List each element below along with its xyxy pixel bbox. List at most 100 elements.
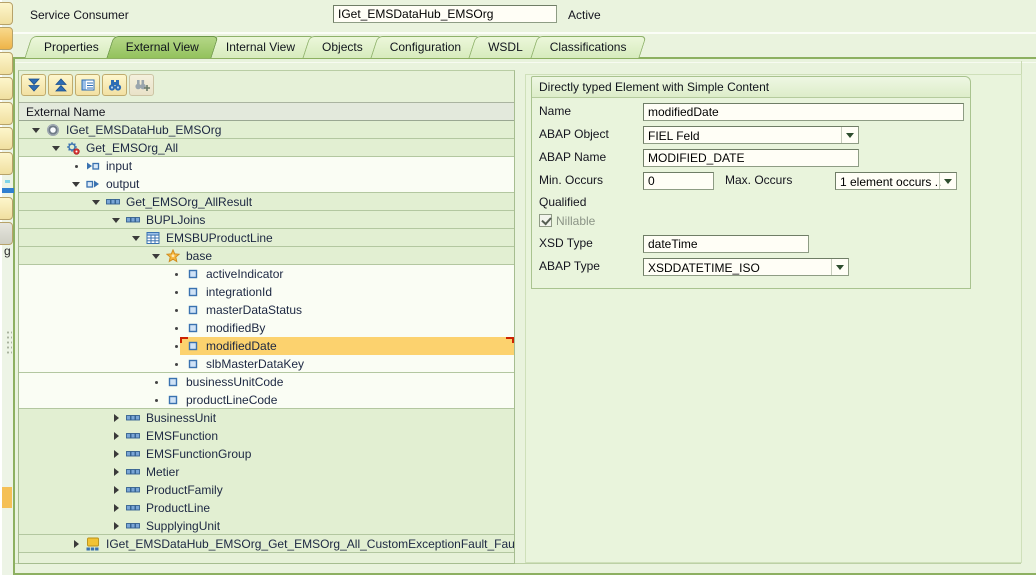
tree-node-Get_EMSOrg_All[interactable]: Get_EMSOrg_All: [19, 139, 514, 157]
qualified-label: Qualified: [539, 195, 587, 209]
collapse-node-icon[interactable]: [52, 139, 62, 157]
min-occurs-label: Min. Occurs: [539, 173, 604, 187]
name-row: Name: [539, 103, 964, 121]
min-occurs-input[interactable]: [643, 172, 714, 190]
tree-node-EMSBUProductLine[interactable]: EMSBUProductLine: [19, 229, 514, 247]
collapse-all-button[interactable]: [48, 74, 73, 96]
name-label: Name: [539, 104, 572, 118]
tree-node-ProductFamily[interactable]: ProductFamily: [19, 481, 514, 499]
complex-element-icon: [126, 447, 140, 461]
tree-node-activeIndicator[interactable]: activeIndicator: [19, 265, 514, 283]
clipped-toolbar-button[interactable]: [0, 222, 13, 245]
name-input[interactable]: [643, 103, 964, 121]
tab-wsdl[interactable]: WSDL: [468, 36, 543, 58]
expand-node-icon[interactable]: [72, 535, 82, 553]
collapse-node-icon[interactable]: [112, 211, 122, 229]
tree-node-label: Get_EMSOrg_All: [86, 141, 179, 155]
tree-toolbar: [19, 71, 514, 102]
tree-node-integrationId[interactable]: integrationId: [19, 283, 514, 301]
tree-node-modifiedDate[interactable]: modifiedDate: [19, 337, 514, 355]
tree-node-Get_EMSOrg_AllResult[interactable]: Get_EMSOrg_AllResult: [19, 193, 514, 211]
element-properties-groupbox: Directly typed Element with Simple Conte…: [531, 76, 971, 289]
tree-node-input[interactable]: input: [19, 157, 514, 175]
tab-configuration[interactable]: Configuration: [370, 36, 481, 58]
tree-node-label: SupplyingUnit: [146, 519, 221, 533]
tree-node-IGet_EMSDataHub_EMSOrg_Get_EMSOrg_All_CustomExceptionFault_FaultM[interactable]: IGet_EMSDataHub_EMSOrg_Get_EMSOrg_All_Cu…: [19, 535, 514, 553]
complex-element-icon: [106, 195, 120, 209]
simple-element-icon: [166, 393, 180, 407]
expand-node-icon[interactable]: [112, 409, 122, 427]
clipped-toolbar-button[interactable]: [0, 152, 13, 175]
tab-strip: Properties External View Internal View Obje…: [24, 36, 647, 58]
clipped-toolbar-button[interactable]: [0, 197, 13, 220]
expand-node-icon[interactable]: [112, 481, 122, 499]
max-occurs-value: 1 element occurs ..: [840, 175, 942, 189]
collapse-node-icon[interactable]: [92, 193, 102, 211]
tree-column-header: External Name: [19, 102, 514, 121]
abap-object-row: ABAP Object FIEL Feld: [539, 126, 964, 144]
interface-icon: [46, 123, 60, 137]
tree-node-BUPLJoins[interactable]: BUPLJoins: [19, 211, 514, 229]
find-button[interactable]: [102, 74, 127, 96]
find-next-button: [129, 74, 154, 96]
tree-node-SupplyingUnit[interactable]: SupplyingUnit: [19, 517, 514, 535]
expand-node-icon[interactable]: [112, 445, 122, 463]
expand-node-icon[interactable]: [112, 427, 122, 445]
expand-node-icon[interactable]: [112, 463, 122, 481]
tree-node-label: EMSBUProductLine: [166, 231, 273, 245]
nillable-checkbox: [539, 214, 552, 227]
tree-node-productLineCode[interactable]: productLineCode: [19, 391, 514, 409]
splitter-handle[interactable]: [6, 330, 12, 354]
tree-node-output[interactable]: output: [19, 175, 514, 193]
find-next-icon: [134, 80, 150, 96]
tree-node-ProductLine[interactable]: ProductLine: [19, 499, 514, 517]
clipped-toolbar-button[interactable]: [0, 2, 13, 25]
collapse-node-icon[interactable]: [32, 121, 42, 139]
tab-external-view[interactable]: External View: [106, 36, 219, 58]
simple-element-icon: [186, 321, 200, 335]
simple-element-icon: [186, 303, 200, 317]
abap-object-select[interactable]: FIEL Feld: [643, 126, 859, 144]
tree-node-BusinessUnit[interactable]: BusinessUnit: [19, 409, 514, 427]
max-occurs-select[interactable]: 1 element occurs ..: [835, 172, 957, 190]
tree-node-label: input: [106, 159, 133, 173]
clipped-toolbar-button[interactable]: [0, 77, 13, 100]
xsd-type-input[interactable]: [643, 235, 809, 253]
collapse-all-icon: [53, 78, 69, 96]
tree-node-Metier[interactable]: Metier: [19, 463, 514, 481]
tab-properties[interactable]: Properties: [24, 36, 119, 58]
tree-node-EMSFunction[interactable]: EMSFunction: [19, 427, 514, 445]
clipped-toolbar-button[interactable]: [0, 27, 13, 50]
tab-label: WSDL: [488, 40, 523, 54]
clipped-toolbar-button[interactable]: [0, 52, 13, 75]
service-name-input[interactable]: [333, 5, 557, 23]
clipped-toolbar-button[interactable]: [0, 102, 13, 125]
tab-classifications[interactable]: Classifications: [530, 36, 647, 58]
collapse-node-icon[interactable]: [72, 175, 82, 193]
tab-objects[interactable]: Objects: [302, 36, 383, 58]
tree-node-masterDataStatus[interactable]: masterDataStatus: [19, 301, 514, 319]
message-out-icon: [86, 177, 100, 191]
tree-node-label: Metier: [146, 465, 180, 479]
tree-node-businessUnitCode[interactable]: businessUnitCode: [19, 373, 514, 391]
abap-name-input[interactable]: [643, 149, 859, 167]
tree-node-label: BUPLJoins: [146, 213, 206, 227]
tree-node-modifiedBy[interactable]: modifiedBy: [19, 319, 514, 337]
tree-node-base[interactable]: base: [19, 247, 514, 265]
abap-type-select[interactable]: XSDDATETIME_ISO: [643, 258, 849, 276]
clipped-toolbar-button[interactable]: [0, 127, 13, 150]
expand-node-icon[interactable]: [112, 499, 122, 517]
header-bar: Service Consumer Active: [13, 0, 1036, 33]
tab-internal-view[interactable]: Internal View: [206, 36, 315, 58]
tree-node-slbMasterDataKey[interactable]: slbMasterDataKey: [19, 355, 514, 373]
expand-node-icon[interactable]: [112, 517, 122, 535]
tree-node-IGet_EMSDataHub_EMSOrg[interactable]: IGet_EMSDataHub_EMSOrg: [19, 121, 514, 139]
collapse-node-icon[interactable]: [132, 229, 142, 247]
tree-node-EMSFunctionGroup[interactable]: EMSFunctionGroup: [19, 445, 514, 463]
collapse-node-icon[interactable]: [152, 247, 162, 265]
expand-all-button[interactable]: [21, 74, 46, 96]
complex-element-icon: [126, 501, 140, 515]
detail-view-button[interactable]: [75, 74, 100, 96]
find-icon: [107, 80, 123, 96]
leaf-bullet: [172, 265, 182, 283]
